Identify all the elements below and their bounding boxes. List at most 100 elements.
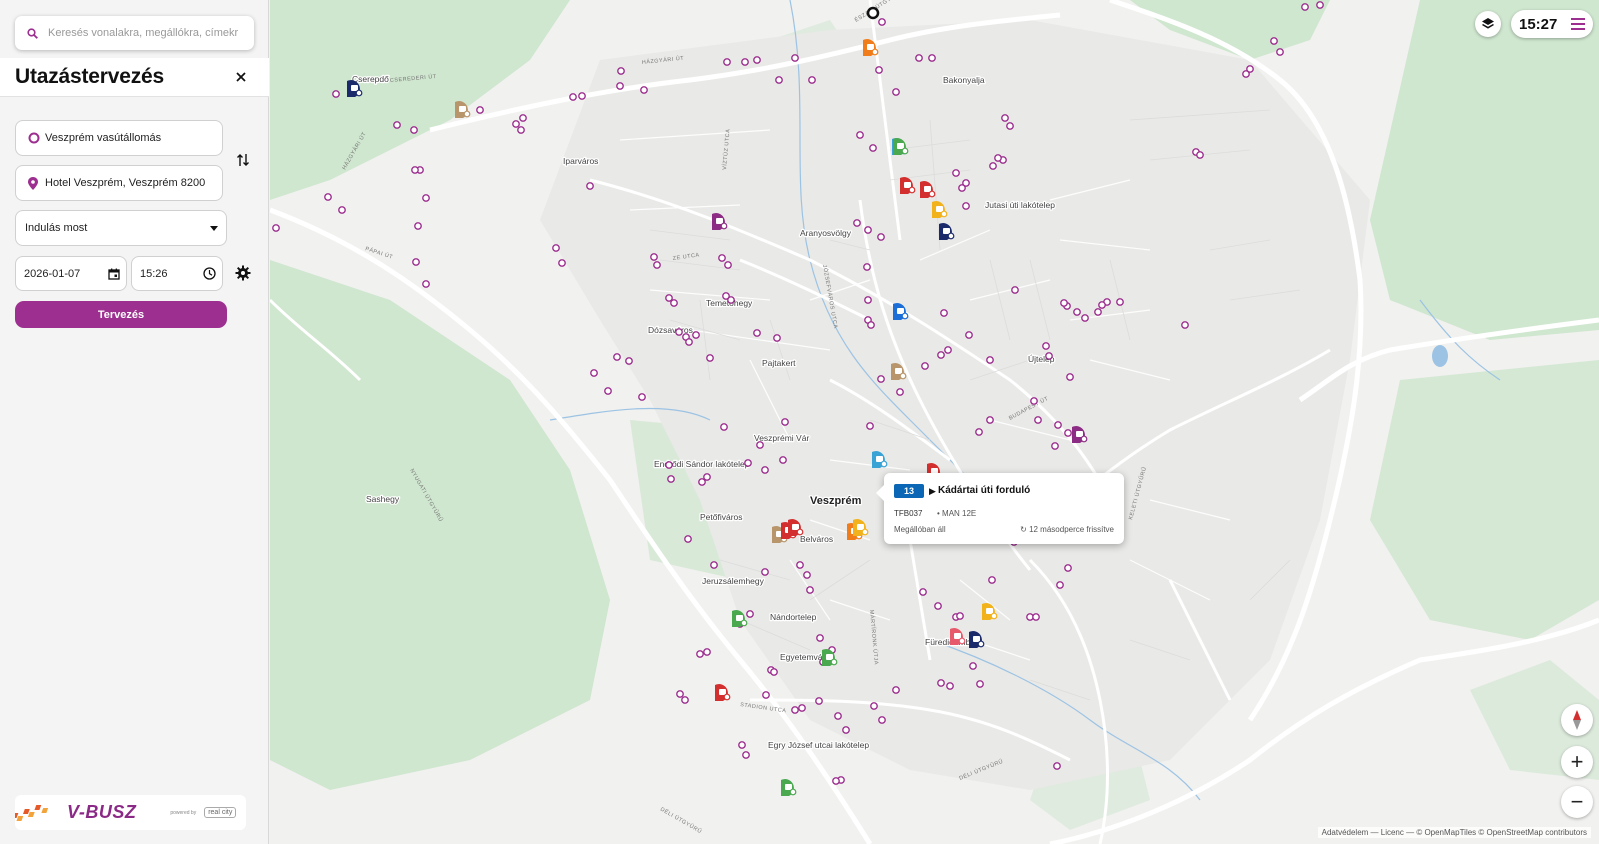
bus-stop[interactable]: [956, 612, 964, 620]
bus-stop[interactable]: [775, 76, 783, 84]
bus-stop[interactable]: [1051, 442, 1059, 450]
bus-stop[interactable]: [773, 334, 781, 342]
bus-stop[interactable]: [665, 294, 673, 302]
clock-icon[interactable]: [203, 267, 216, 280]
bus-stop[interactable]: [756, 441, 764, 449]
map[interactable]: ÉSZAKI ÚTGYŰRŰ HÁZGYÁRI ÚT CSEREDERI ÚT …: [270, 0, 1599, 844]
route-badge[interactable]: 13: [894, 484, 924, 498]
close-icon[interactable]: [231, 67, 251, 87]
plan-button[interactable]: Tervezés: [15, 301, 227, 328]
bus-stop[interactable]: [738, 741, 746, 749]
bus-stop[interactable]: [853, 219, 861, 227]
bus-stop[interactable]: [937, 679, 945, 687]
bus-stop[interactable]: [724, 261, 732, 269]
bus-stop[interactable]: [815, 697, 823, 705]
bus-stop[interactable]: [1045, 352, 1053, 360]
bus-stop[interactable]: [638, 393, 646, 401]
bus-stop[interactable]: [675, 328, 683, 336]
bus-stop[interactable]: [696, 650, 704, 658]
bus-stop[interactable]: [1270, 37, 1278, 45]
bus-stop[interactable]: [1098, 301, 1106, 309]
departure-select[interactable]: Indulás most: [15, 210, 227, 246]
bus-stop[interactable]: [1064, 429, 1072, 437]
bus-stop[interactable]: [1242, 70, 1250, 78]
bus-stop[interactable]: [1056, 581, 1064, 589]
bus-stop[interactable]: [761, 568, 769, 576]
bus-stop[interactable]: [976, 680, 984, 688]
zoom-in-button[interactable]: +: [1561, 746, 1593, 778]
bus-stop[interactable]: [653, 261, 661, 269]
bus-stop[interactable]: [685, 338, 693, 346]
bus-stop[interactable]: [832, 777, 840, 785]
bus-stop[interactable]: [1054, 421, 1062, 429]
bus-stop[interactable]: [796, 561, 804, 569]
bus-stop[interactable]: [338, 206, 346, 214]
bus-stop[interactable]: [877, 233, 885, 241]
bus-stop[interactable]: [761, 466, 769, 474]
origin-marker[interactable]: [866, 6, 880, 20]
bus-stop[interactable]: [272, 224, 280, 232]
bus-stop[interactable]: [744, 459, 752, 467]
bus-stop[interactable]: [1081, 314, 1089, 322]
bus-stop[interactable]: [590, 369, 598, 377]
bus-stop[interactable]: [962, 202, 970, 210]
bus-stop[interactable]: [856, 131, 864, 139]
bus-stop[interactable]: [1094, 308, 1102, 316]
bus-stop[interactable]: [665, 461, 673, 469]
bus-stop[interactable]: [1064, 564, 1072, 572]
bus-stop[interactable]: [512, 120, 520, 128]
bus-stop[interactable]: [944, 346, 952, 354]
bus-stop[interactable]: [684, 535, 692, 543]
bus-stop[interactable]: [1053, 762, 1061, 770]
bus-stop[interactable]: [692, 331, 700, 339]
map-canvas[interactable]: ÉSZAKI ÚTGYŰRŰ HÁZGYÁRI ÚT CSEREDERI ÚT …: [270, 0, 1599, 844]
time-field[interactable]: 15:26: [131, 256, 223, 291]
bus-stop[interactable]: [586, 182, 594, 190]
bus-stop[interactable]: [476, 106, 484, 114]
bus-stop[interactable]: [723, 58, 731, 66]
bus-stop[interactable]: [667, 475, 675, 483]
search-input[interactable]: [46, 26, 240, 40]
bus-stop[interactable]: [1060, 299, 1068, 307]
bus-stop[interactable]: [816, 634, 824, 642]
bus-stop[interactable]: [1276, 48, 1284, 56]
bus-stop[interactable]: [870, 702, 878, 710]
bus-stop[interactable]: [878, 716, 886, 724]
to-field[interactable]: Hotel Veszprém, Veszprém 8200: [15, 165, 223, 201]
bus-stop[interactable]: [808, 76, 816, 84]
bus-stop[interactable]: [1034, 416, 1042, 424]
bus-stop[interactable]: [1011, 286, 1019, 294]
bus-stop[interactable]: [741, 58, 749, 66]
bus-stop[interactable]: [746, 610, 754, 618]
bus-stop[interactable]: [892, 686, 900, 694]
bus-stop[interactable]: [1001, 114, 1009, 122]
map-attribution[interactable]: Adatvédelem — Licenc — © OpenMapTiles © …: [1317, 827, 1591, 838]
bus-stop[interactable]: [753, 329, 761, 337]
bus-stop[interactable]: [986, 416, 994, 424]
bus-stop[interactable]: [422, 194, 430, 202]
bus-stop[interactable]: [928, 54, 936, 62]
bus-stop[interactable]: [969, 662, 977, 670]
bus-stop[interactable]: [569, 93, 577, 101]
bus-stop[interactable]: [919, 588, 927, 596]
bus-stop[interactable]: [791, 54, 799, 62]
bus-stop[interactable]: [806, 586, 814, 594]
bus-stop[interactable]: [706, 354, 714, 362]
stop-name[interactable]: Kádártai úti forduló: [938, 485, 1030, 496]
bus-stop[interactable]: [414, 222, 422, 230]
bus-stop[interactable]: [703, 648, 711, 656]
bus-stop[interactable]: [703, 473, 711, 481]
bus-stop[interactable]: [1301, 3, 1309, 11]
bus-stop[interactable]: [324, 193, 332, 201]
bus-stop[interactable]: [1196, 151, 1204, 159]
bus-stop[interactable]: [676, 690, 684, 698]
bus-stop[interactable]: [1073, 308, 1081, 316]
bus-stop[interactable]: [1006, 122, 1014, 130]
bus-stop[interactable]: [625, 357, 633, 365]
bus-stop[interactable]: [934, 602, 942, 610]
date-field[interactable]: 2026-01-07: [15, 256, 127, 291]
bus-stop[interactable]: [866, 422, 874, 430]
bus-stop[interactable]: [558, 259, 566, 267]
bus-stop[interactable]: [670, 299, 678, 307]
bus-stop[interactable]: [422, 280, 430, 288]
